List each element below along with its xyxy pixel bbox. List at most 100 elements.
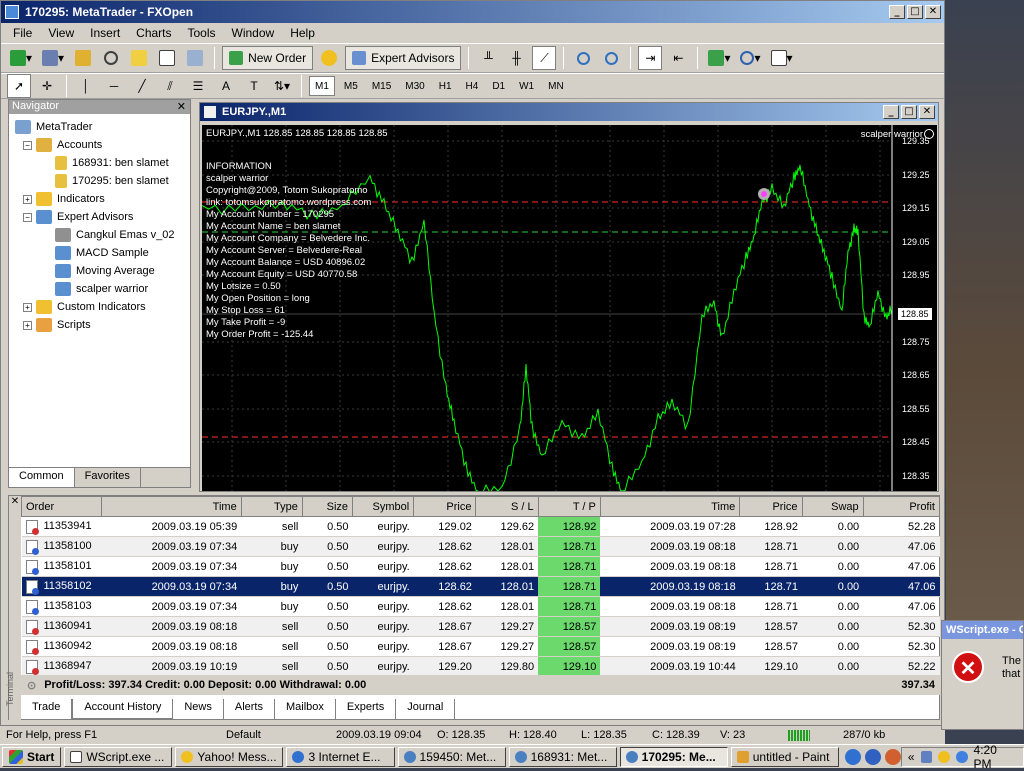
price-chart[interactable]: EURJPY.,M1 128.85 128.85 128.85 128.85 s…: [202, 125, 937, 491]
messenger-tray-icon[interactable]: [938, 750, 950, 763]
line-chart-button[interactable]: ⟋: [532, 46, 557, 70]
horizontal-line-tool[interactable]: ─: [102, 74, 126, 98]
tree-node-indicators[interactable]: + Indicators: [15, 190, 190, 208]
chart-maximize-button[interactable]: □: [901, 105, 917, 119]
zoom-out-button[interactable]: [599, 46, 623, 70]
taskbar-item[interactable]: 159450: Met...: [397, 746, 506, 767]
timeframe-h4[interactable]: H4: [461, 76, 484, 96]
clock[interactable]: 4:20 PM: [974, 743, 1017, 771]
quick-launch-app-icon[interactable]: [884, 748, 901, 765]
candlestick-button[interactable]: ╫: [504, 46, 528, 70]
strategy-tester-button[interactable]: [183, 46, 207, 70]
market-watch-button[interactable]: [71, 46, 95, 70]
tree-node-experts[interactable]: − Expert Advisors: [15, 208, 190, 226]
metaeditor-button[interactable]: [317, 46, 341, 70]
column-header[interactable]: T / P: [537, 496, 601, 517]
table-row[interactable]: 11358100 2009.03.19 07:34 buy 0.50 eurjpy. 12…: [21, 536, 940, 557]
column-header[interactable]: S / L: [475, 496, 539, 517]
tab-favorites[interactable]: Favorites: [75, 468, 141, 487]
start-button[interactable]: Start: [2, 746, 62, 767]
table-row[interactable]: 11368947 2009.03.19 10:19 sell 0.50 eurjpy. 1…: [21, 656, 940, 677]
close-button[interactable]: ✕: [925, 5, 941, 19]
chart-titlebar[interactable]: EURJPY.,M1 _ □ ✕: [200, 103, 938, 121]
indicators-button[interactable]: ▾: [705, 46, 733, 70]
menu-window[interactable]: Window: [224, 26, 283, 40]
terminal-close-icon[interactable]: ✕: [9, 496, 21, 508]
column-header[interactable]: Order: [20, 496, 103, 517]
new-order-button[interactable]: New Order: [222, 46, 314, 70]
crosshair-tool[interactable]: ✛: [35, 74, 59, 98]
column-header[interactable]: Symbol: [352, 496, 415, 517]
expand-icon[interactable]: +: [23, 194, 32, 204]
column-header[interactable]: Size: [301, 496, 354, 517]
expand-icon[interactable]: +: [23, 320, 32, 330]
timeframe-m5[interactable]: M5: [339, 76, 363, 96]
tree-node-expert[interactable]: scalper warrior: [15, 280, 190, 298]
new-chart-button[interactable]: ▾: [7, 46, 35, 70]
column-header[interactable]: Swap: [801, 496, 864, 517]
terminal-button[interactable]: [155, 46, 179, 70]
cursor-tool[interactable]: ➚: [7, 74, 31, 98]
menu-charts[interactable]: Charts: [128, 26, 179, 40]
tree-node-accounts[interactable]: − Accounts: [15, 136, 190, 154]
table-row[interactable]: 11353941 2009.03.19 05:39 sell 0.50 eurjpy. 1…: [21, 516, 940, 537]
tree-node-expert[interactable]: Moving Average: [15, 262, 190, 280]
templates-button[interactable]: ▾: [768, 46, 796, 70]
collapse-icon[interactable]: −: [23, 140, 32, 150]
vertical-line-tool[interactable]: │: [74, 74, 98, 98]
menu-view[interactable]: View: [40, 26, 82, 40]
data-window-button[interactable]: [99, 46, 123, 70]
tab-mailbox[interactable]: Mailbox: [275, 699, 336, 719]
taskbar-item-active[interactable]: 170295: Me...: [619, 746, 728, 767]
maximize-button[interactable]: □: [907, 5, 923, 19]
timeframe-d1[interactable]: D1: [487, 76, 510, 96]
trendline-tool[interactable]: ╱: [130, 74, 154, 98]
tree-node-custom-indicators[interactable]: + Custom Indicators: [15, 298, 190, 316]
timeframe-h1[interactable]: H1: [434, 76, 457, 96]
arrows-tool[interactable]: ⇅▾: [270, 74, 294, 98]
tree-node-root[interactable]: MetaTrader: [15, 118, 190, 136]
tray-expand-icon[interactable]: «: [908, 750, 915, 764]
navigator-button[interactable]: [127, 46, 151, 70]
quick-launch-browser-icon[interactable]: [864, 748, 881, 765]
tab-alerts[interactable]: Alerts: [224, 699, 275, 719]
column-header[interactable]: Profit: [862, 496, 941, 517]
menu-file[interactable]: File: [5, 26, 40, 40]
column-header[interactable]: Price: [413, 496, 477, 517]
timeframe-m15[interactable]: M15: [367, 76, 396, 96]
expert-advisors-button[interactable]: Expert Advisors: [345, 46, 462, 70]
menu-insert[interactable]: Insert: [82, 26, 128, 40]
table-row[interactable]: 11358102 2009.03.19 07:34 buy 0.50 eurjpy. 12…: [21, 576, 940, 597]
quick-launch-ie-icon[interactable]: [844, 748, 861, 765]
text-tool[interactable]: A: [214, 74, 238, 98]
column-header[interactable]: Time: [101, 496, 242, 517]
tab-account-history[interactable]: Account History: [72, 699, 174, 719]
taskbar-item[interactable]: untitled - Paint: [730, 746, 839, 767]
timeframe-w1[interactable]: W1: [514, 76, 539, 96]
tree-node-expert[interactable]: MACD Sample: [15, 244, 190, 262]
taskbar-item[interactable]: 168931: Met...: [508, 746, 617, 767]
autoscroll-button[interactable]: ⇥: [638, 46, 663, 70]
tree-node-account[interactable]: 170295: ben slamet: [15, 172, 190, 190]
network-icon[interactable]: [920, 750, 933, 763]
tab-experts[interactable]: Experts: [336, 699, 397, 719]
menu-help[interactable]: Help: [282, 26, 323, 40]
bar-chart-button[interactable]: ╨: [476, 46, 500, 70]
table-row[interactable]: 11358101 2009.03.19 07:34 buy 0.50 eurjpy. 12…: [21, 556, 940, 577]
tree-node-expert[interactable]: Cangkul Emas v_02: [15, 226, 190, 244]
text-label-tool[interactable]: T: [242, 74, 266, 98]
expand-icon[interactable]: +: [23, 302, 32, 312]
zoom-in-button[interactable]: [571, 46, 595, 70]
table-row[interactable]: 11360941 2009.03.19 08:18 sell 0.50 eurjpy. 1…: [21, 616, 940, 637]
tab-trade[interactable]: Trade: [21, 699, 73, 719]
menu-tools[interactable]: Tools: [180, 26, 224, 40]
fibonacci-tool[interactable]: ☰: [186, 74, 210, 98]
column-header[interactable]: Time: [599, 496, 741, 517]
periods-button[interactable]: ▾: [737, 46, 763, 70]
table-row[interactable]: 11360942 2009.03.19 08:18 sell 0.50 eurjpy. 1…: [21, 636, 940, 657]
timeframe-mn[interactable]: MN: [543, 76, 569, 96]
timeframe-m1[interactable]: M1: [309, 76, 335, 96]
profiles-button[interactable]: ▾: [39, 46, 67, 70]
chart-shift-button[interactable]: ⇤: [666, 46, 690, 70]
minimize-button[interactable]: _: [889, 5, 905, 19]
